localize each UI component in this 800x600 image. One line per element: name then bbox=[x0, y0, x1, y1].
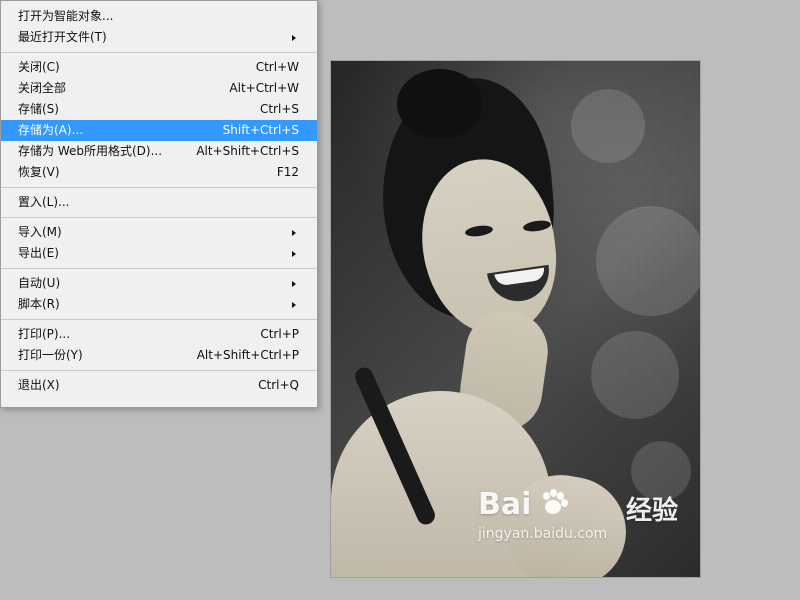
watermark-url: jingyan.baidu.com bbox=[478, 526, 608, 542]
menu-item-label: 退出(X) bbox=[18, 378, 60, 392]
menu-item[interactable]: 最近打开文件(T) bbox=[1, 27, 317, 48]
menu-item-label: 打印一份(Y) bbox=[18, 348, 83, 362]
menu-item-label: 置入(L)... bbox=[18, 195, 70, 209]
menu-item-label: 打开为智能对象... bbox=[18, 9, 114, 23]
menu-item-label: 关闭(C) bbox=[18, 60, 60, 74]
menu-item[interactable]: 恢复(V) F12 bbox=[1, 162, 317, 183]
menu-item[interactable]: 打印(P)... Ctrl+P bbox=[1, 324, 317, 345]
menu-item-label: 存储(S) bbox=[18, 102, 59, 116]
chevron-right-icon bbox=[289, 33, 299, 43]
watermark-brand-left: Bai bbox=[478, 486, 532, 522]
menu-item-shortcut: Alt+Ctrl+W bbox=[229, 81, 299, 95]
baidu-jingyan-watermark: Bai 经验 jingyan.baidu.com bbox=[478, 484, 678, 552]
menu-item[interactable]: 存储为(A)... Shift+Ctrl+S bbox=[1, 120, 317, 141]
menu-item-label: 打印(P)... bbox=[18, 327, 71, 341]
menu-item[interactable]: 关闭全部 Alt+Ctrl+W bbox=[1, 78, 317, 99]
menu-item-shortcut: Alt+Shift+Ctrl+P bbox=[196, 348, 299, 362]
menu-item-label: 脚本(R) bbox=[18, 297, 60, 311]
chevron-right-icon bbox=[289, 300, 299, 310]
menu-item-shortcut: Ctrl+S bbox=[259, 102, 299, 116]
menu-item[interactable]: 打印一份(Y) Alt+Shift+Ctrl+P bbox=[1, 345, 317, 366]
menu-item[interactable]: 置入(L)... bbox=[1, 192, 317, 213]
menu-item-shortcut: F12 bbox=[276, 165, 299, 179]
watermark-brand: Bai 经验 bbox=[478, 484, 678, 527]
menu-item-shortcut: Ctrl+W bbox=[255, 60, 299, 74]
menu-item-shortcut: Alt+Shift+Ctrl+S bbox=[196, 144, 299, 158]
document-canvas[interactable]: Bai 经验 jingyan.baidu.com bbox=[331, 61, 700, 577]
file-menu: 打开为智能对象... 最近打开文件(T) 关闭(C) Ctrl+W 关闭全部 Alt+Ct… bbox=[0, 0, 318, 408]
chevron-right-icon bbox=[289, 279, 299, 289]
menu-separator bbox=[1, 52, 317, 53]
menu-separator bbox=[1, 187, 317, 188]
menu-item[interactable]: 存储为 Web所用格式(D)... Alt+Shift+Ctrl+S bbox=[1, 141, 317, 162]
menu-separator bbox=[1, 370, 317, 371]
menu-item[interactable]: 导出(E) bbox=[1, 243, 317, 264]
menu-separator bbox=[1, 217, 317, 218]
menu-item-label: 关闭全部 bbox=[18, 81, 67, 95]
menu-item-label: 存储为(A)... bbox=[18, 123, 84, 137]
chevron-right-icon bbox=[289, 228, 299, 238]
menu-item-shortcut: Shift+Ctrl+S bbox=[222, 123, 299, 137]
menu-item-label: 自动(U) bbox=[18, 276, 61, 290]
menu-item-label: 恢复(V) bbox=[18, 165, 60, 179]
menu-item-label: 导入(M) bbox=[18, 225, 62, 239]
menu-item[interactable]: 自动(U) bbox=[1, 273, 317, 294]
menu-item[interactable]: 导入(M) bbox=[1, 222, 317, 243]
menu-item[interactable]: 打开为智能对象... bbox=[1, 6, 317, 27]
menu-items: 打开为智能对象... 最近打开文件(T) 关闭(C) Ctrl+W 关闭全部 Alt+Ct… bbox=[1, 6, 317, 396]
menu-item[interactable]: 退出(X) Ctrl+Q bbox=[1, 375, 317, 396]
menu-item-shortcut: Ctrl+Q bbox=[258, 378, 299, 392]
menu-item[interactable]: 关闭(C) Ctrl+W bbox=[1, 57, 317, 78]
menu-separator bbox=[1, 319, 317, 320]
menu-item-shortcut: Ctrl+P bbox=[260, 327, 299, 341]
menu-item[interactable]: 存储(S) Ctrl+S bbox=[1, 99, 317, 120]
menu-item[interactable]: 脚本(R) bbox=[1, 294, 317, 315]
watermark-brand-right: 经验 bbox=[625, 496, 678, 526]
chevron-right-icon bbox=[289, 249, 299, 259]
paw-icon bbox=[537, 488, 569, 520]
menu-separator bbox=[1, 268, 317, 269]
menu-item-label: 最近打开文件(T) bbox=[18, 30, 107, 44]
menu-item-label: 存储为 Web所用格式(D)... bbox=[18, 144, 163, 158]
menu-item-label: 导出(E) bbox=[18, 246, 59, 260]
